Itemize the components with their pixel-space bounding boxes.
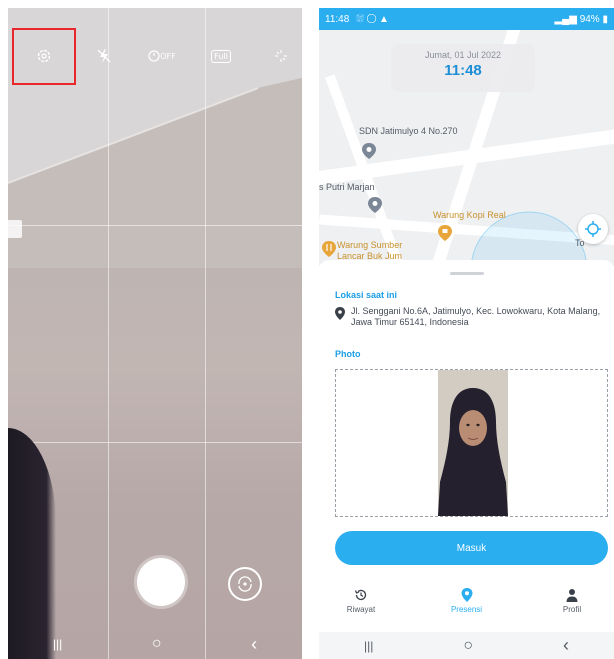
map-label-school: SDN Jatimulyo 4 No.270 (359, 126, 458, 136)
selfie-photo (438, 370, 508, 516)
grid-line (108, 8, 109, 659)
bottom-navigation: Riwayat Presensi Profil (319, 588, 614, 628)
system-nav-bar: ||| ○ ‹ (319, 632, 614, 659)
map-label-putri: s Putri Marjan (319, 182, 375, 192)
school-pin-icon (362, 143, 376, 159)
current-time: 11:48 (444, 62, 482, 79)
nav-item-riwayat[interactable]: Riwayat (331, 588, 391, 628)
person-icon (566, 589, 578, 602)
shutter-button[interactable] (137, 558, 185, 606)
status-right: ▂▄▆ 94% ▮ (554, 14, 608, 25)
drag-handle[interactable] (450, 272, 484, 275)
crosshair-icon (585, 221, 601, 237)
grid-line (8, 225, 302, 226)
battery-level: 94% (579, 13, 600, 25)
my-location-button[interactable] (578, 214, 608, 244)
back-button[interactable]: ‹ (563, 635, 569, 656)
switch-camera-button[interactable] (228, 567, 262, 601)
attendance-sheet: Lokasi saat ini Jl. Senggani No.6A, Jati… (319, 260, 614, 580)
location-row: Jl. Senggani No.6A, Jatimulyo, Kec. Lowo… (335, 306, 605, 328)
camera-toolbar: OFF Full (8, 44, 302, 84)
wall-bright-spot (8, 220, 22, 238)
timer-label: OFF (160, 51, 176, 61)
screenshot-root: OFF Full ||| ○ ‹ 11:48 ⛆ ◯ ▲ ▂▄▆ 94% ▮ J… (0, 0, 614, 659)
battery-icon: ▮ (602, 13, 608, 25)
flash-off-icon (97, 49, 111, 63)
home-button[interactable]: ○ (152, 635, 162, 653)
system-nav-bar: ||| ○ ‹ (8, 629, 302, 659)
timer-icon (148, 50, 160, 62)
status-left-icons: ⛆ ◯ ▲ (356, 13, 389, 25)
history-icon (354, 589, 367, 601)
sparkle-icon (275, 50, 287, 62)
camera-flip-icon (238, 576, 252, 592)
location-address: Jl. Senggani No.6A, Jatimulyo, Kec. Lowo… (351, 306, 601, 327)
nav-label-profil: Profil (562, 605, 582, 614)
photo-section-title: Photo (335, 349, 361, 359)
grid-line (205, 8, 206, 659)
gear-icon (37, 49, 51, 63)
flash-button[interactable] (84, 36, 124, 76)
subject-shoulder (8, 428, 56, 659)
nav-label-riwayat: Riwayat (346, 605, 376, 614)
location-pin-icon (335, 307, 345, 320)
camera-screen: OFF Full ||| ○ ‹ (8, 8, 302, 659)
nav-label-presensi: Presensi (450, 605, 483, 614)
date-time-card: Jumat, 01 Jul 2022 11:48 (391, 44, 535, 92)
signal-icon: ▂▄▆ (554, 13, 580, 25)
status-left: 11:48 ⛆ ◯ ▲ (325, 14, 389, 25)
status-time: 11:48 (325, 13, 350, 25)
ratio-label: Full (211, 49, 231, 63)
nav-item-profil[interactable]: Profil (542, 588, 602, 628)
current-date: Jumat, 01 Jul 2022 (424, 50, 502, 60)
home-button[interactable]: ○ (463, 637, 473, 655)
place-pin-icon (368, 197, 382, 213)
recents-button[interactable]: ||| (53, 637, 62, 651)
restaurant-pin-icon (322, 241, 336, 257)
location-section-title: Lokasi saat ini (335, 290, 398, 300)
map-label-warung-kopi: Warung Kopi Real (433, 210, 506, 220)
timer-button[interactable]: OFF (142, 36, 182, 76)
map-view[interactable]: Jumat, 01 Jul 2022 11:48 SDN Jatimulyo 4… (319, 30, 614, 266)
masuk-button[interactable]: Masuk (335, 531, 608, 565)
recents-button[interactable]: ||| (364, 639, 373, 653)
grid-line (8, 442, 302, 443)
effects-button[interactable] (261, 36, 301, 76)
map-label-warung-sumber: Warung Sumber (337, 240, 403, 250)
attendance-app-screen: 11:48 ⛆ ◯ ▲ ▂▄▆ 94% ▮ Jumat, 01 Jul 2022… (319, 8, 614, 659)
back-button[interactable]: ‹ (251, 634, 257, 655)
settings-button[interactable] (24, 36, 64, 76)
location-pin-icon (461, 588, 472, 602)
photo-upload-area[interactable] (335, 369, 608, 517)
ratio-button[interactable]: Full (201, 36, 241, 76)
status-bar: 11:48 ⛆ ◯ ▲ ▂▄▆ 94% ▮ (319, 8, 614, 30)
nav-item-presensi[interactable]: Presensi (437, 588, 497, 628)
cafe-pin-icon (438, 225, 452, 241)
selfie-illustration (438, 370, 508, 516)
